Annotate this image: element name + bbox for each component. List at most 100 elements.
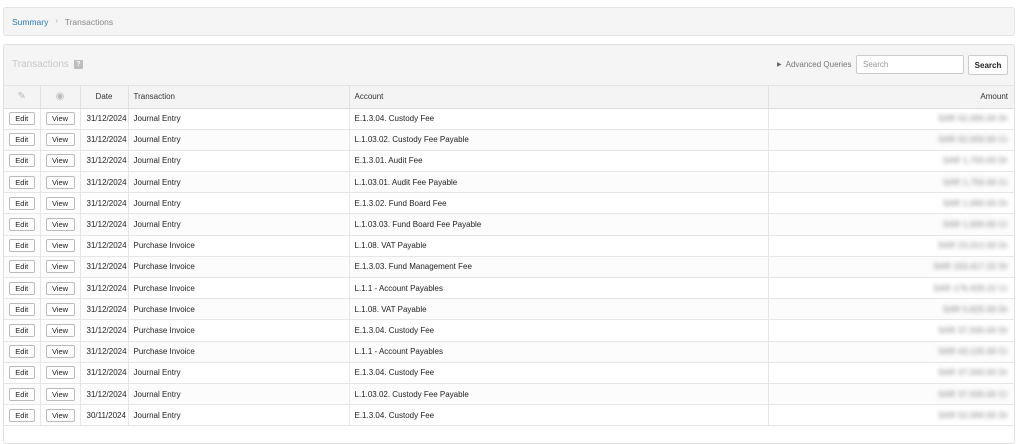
table-row: Edit View 31/12/2024 Purchase Invoice L.1.1 … — [4, 341, 1014, 363]
amount-value: SAR 5,625.00 Dr — [943, 304, 1008, 314]
table-row: Edit View 31/12/2024 Journal Entry L.1.03.03… — [4, 213, 1014, 236]
edit-button[interactable]: Edit — [8, 408, 35, 422]
edit-button[interactable]: Edit — [8, 323, 35, 337]
date-cell: 31/12/2024 — [80, 277, 129, 300]
amount-value: SAR 37,500.00 Dr — [938, 368, 1008, 378]
edit-icon: ✎ — [17, 91, 26, 103]
edit-button[interactable]: Edit — [8, 154, 35, 168]
amount-cell: SAR 37,500.00 Cr — [768, 383, 1014, 406]
view-cell: View — [40, 235, 81, 257]
view-button[interactable]: View — [45, 154, 75, 168]
view-button[interactable]: View — [45, 239, 75, 253]
edit-button[interactable]: Edit — [8, 218, 35, 232]
account-cell: L.1.08. VAT Payable — [349, 298, 769, 321]
edit-button[interactable]: Edit — [8, 366, 35, 380]
edit-button[interactable]: Edit — [8, 196, 35, 210]
amount-cell: SAR 1,750.00 Cr — [768, 171, 1014, 194]
amount-value: SAR 23,012.00 Dr — [938, 241, 1008, 251]
help-icon[interactable]: ? — [73, 60, 83, 69]
eye-icon: ◉ — [55, 91, 65, 103]
edit-button[interactable]: Edit — [8, 387, 35, 401]
account-cell: L.1.03.02. Custody Fee Payable — [349, 129, 769, 151]
amount-column-header[interactable]: Amount — [768, 86, 1014, 109]
edit-cell: Edit — [4, 277, 41, 300]
view-button[interactable]: View — [45, 345, 75, 359]
view-button[interactable]: View — [45, 260, 75, 274]
view-cell: View — [40, 171, 81, 194]
view-button[interactable]: View — [45, 408, 75, 422]
amount-value: SAR 1,000.00 Dr — [943, 198, 1008, 208]
date-column-header[interactable]: Date — [80, 86, 129, 109]
transaction-cell: Purchase Invoice — [128, 341, 350, 363]
view-button[interactable]: View — [45, 302, 75, 316]
transaction-cell: Journal Entry — [128, 150, 350, 173]
amount-cell: SAR 1,000.00 Dr — [768, 192, 1014, 215]
view-button[interactable]: View — [45, 281, 75, 295]
edit-button[interactable]: Edit — [8, 112, 35, 126]
edit-cell: Edit — [4, 129, 41, 151]
transaction-cell: Journal Entry — [128, 192, 350, 215]
transaction-cell: Journal Entry — [128, 383, 350, 406]
edit-button[interactable]: Edit — [8, 281, 35, 295]
view-button[interactable]: View — [45, 175, 75, 189]
transaction-cell: Journal Entry — [128, 404, 350, 427]
account-cell: L.1.03.01. Audit Fee Payable — [349, 171, 769, 194]
edit-cell: Edit — [4, 404, 41, 427]
search-input[interactable] — [856, 55, 964, 74]
date-cell: 31/12/2024 — [80, 171, 129, 194]
amount-cell: SAR 52,000.00 Dr — [768, 404, 1014, 427]
amount-cell: SAR 153,417.22 Dr — [768, 256, 1014, 279]
table-header-row: ✎ ◉ Date Transaction Account Amount — [4, 86, 1014, 109]
transaction-cell: Purchase Invoice — [128, 256, 350, 279]
view-button[interactable]: View — [45, 112, 75, 126]
breadcrumb-summary-link[interactable]: Summary — [12, 17, 48, 27]
edit-button[interactable]: Edit — [8, 302, 35, 316]
view-button[interactable]: View — [45, 196, 75, 210]
date-cell: 31/12/2024 — [80, 319, 129, 342]
table-row: Edit View 31/12/2024 Journal Entry E.1.3.01.… — [4, 150, 1014, 173]
advanced-queries-toggle[interactable]: ▶ Advanced Queries — [777, 60, 851, 69]
view-button[interactable]: View — [45, 133, 75, 147]
amount-value: SAR 52,000.00 Dr — [938, 410, 1008, 420]
account-column-header[interactable]: Account — [349, 86, 769, 109]
amount-value: SAR 1,750.00 Cr — [943, 177, 1008, 187]
amount-cell: SAR 23,012.00 Dr — [768, 235, 1014, 257]
account-cell: E.1.3.04. Custody Fee — [349, 362, 769, 384]
date-cell: 31/12/2024 — [80, 341, 129, 363]
edit-button[interactable]: Edit — [8, 133, 35, 147]
edit-button[interactable]: Edit — [8, 239, 35, 253]
amount-cell: SAR 37,500.00 Dr — [768, 362, 1014, 384]
view-cell: View — [40, 129, 81, 151]
edit-cell: Edit — [4, 108, 41, 130]
edit-button[interactable]: Edit — [8, 345, 35, 359]
view-cell: View — [40, 298, 81, 321]
table-row: Edit View 31/12/2024 Purchase Invoice L.1.08… — [4, 235, 1014, 257]
edit-button[interactable]: Edit — [8, 260, 35, 274]
view-cell: View — [40, 213, 81, 236]
edit-cell: Edit — [4, 362, 41, 384]
transaction-cell: Journal Entry — [128, 129, 350, 151]
date-cell: 31/12/2024 — [80, 192, 129, 215]
table-row: Edit View 31/12/2024 Purchase Invoice L.1.08… — [4, 298, 1014, 321]
view-button[interactable]: View — [45, 323, 75, 337]
view-button[interactable]: View — [45, 218, 75, 232]
amount-value: SAR 37,500.00 Dr — [938, 325, 1008, 335]
edit-column-header: ✎ — [4, 86, 41, 109]
view-cell: View — [40, 362, 81, 384]
transaction-cell: Journal Entry — [128, 213, 350, 236]
transaction-column-header[interactable]: Transaction — [128, 86, 350, 109]
transaction-cell: Purchase Invoice — [128, 277, 350, 300]
edit-cell: Edit — [4, 298, 41, 321]
table-row: Edit View 31/12/2024 Purchase Invoice E.1.3.… — [4, 256, 1014, 279]
account-cell: E.1.3.04. Custody Fee — [349, 404, 769, 427]
view-button[interactable]: View — [45, 366, 75, 380]
edit-cell: Edit — [4, 319, 41, 342]
amount-value: SAR 43,125.00 Cr — [938, 347, 1008, 357]
date-cell: 31/12/2024 — [80, 362, 129, 384]
date-cell: 31/12/2024 — [80, 129, 129, 151]
panel-title: Transactions ? — [12, 59, 83, 70]
search-button[interactable]: Search — [968, 55, 1008, 75]
view-button[interactable]: View — [45, 387, 75, 401]
account-cell: E.1.3.01. Audit Fee — [349, 150, 769, 173]
edit-button[interactable]: Edit — [8, 175, 35, 189]
